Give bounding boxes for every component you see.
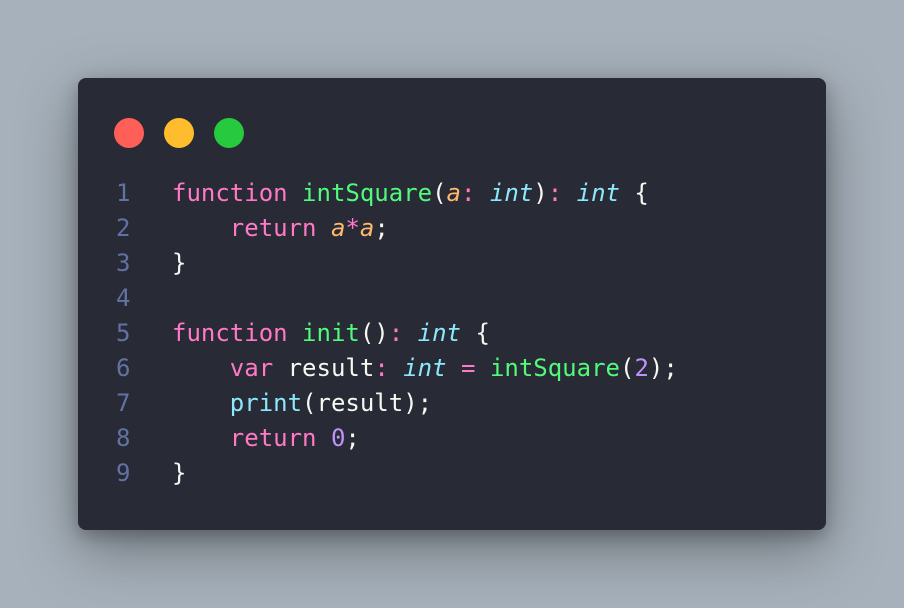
code-token: int <box>576 179 620 207</box>
line-content: print(result); <box>172 386 432 421</box>
code-line: 8 return 0; <box>116 421 678 456</box>
code-token: ; <box>345 424 360 452</box>
code-token: int <box>403 354 447 382</box>
line-number: 5 <box>116 319 131 347</box>
code-token: : <box>547 179 563 207</box>
code-token: ; <box>374 214 389 242</box>
line-content: function intSquare(a: int): int { <box>172 176 649 211</box>
line-content: } <box>172 246 186 281</box>
code-token: a <box>359 214 375 242</box>
line-number: 6 <box>116 354 131 382</box>
code-token: ( <box>432 179 447 207</box>
code-token: intSquare <box>302 179 433 207</box>
line-number: 9 <box>116 459 131 487</box>
code-line: 1 function intSquare(a: int): int { <box>116 176 678 211</box>
window-controls <box>114 118 244 148</box>
code-token: ) <box>533 179 548 207</box>
code-token: { <box>619 179 649 207</box>
code-token: 0 <box>330 424 346 452</box>
code-token: (result); <box>302 389 433 417</box>
line-number: 2 <box>116 214 131 242</box>
code-token: : <box>461 179 476 207</box>
line-number: 1 <box>116 179 131 207</box>
line-content: return 0; <box>172 421 360 456</box>
close-button[interactable] <box>114 118 144 148</box>
code-token: 2 <box>634 354 649 382</box>
code-token: ( <box>619 354 635 382</box>
code-token: var <box>229 354 274 382</box>
minimize-button[interactable] <box>164 118 194 148</box>
line-number: 7 <box>116 389 131 417</box>
code-token: int <box>489 179 534 207</box>
code-token: } <box>172 459 187 487</box>
code-line: 5 function init(): int { <box>116 316 678 351</box>
code-window: 1 function intSquare(a: int): int {2 retu… <box>78 78 826 530</box>
line-content: } <box>172 456 186 491</box>
line-content: function init(): int { <box>172 316 490 351</box>
code-token: * <box>345 214 360 242</box>
code-token: { <box>461 319 490 347</box>
line-content: return a*a; <box>172 211 389 246</box>
code-token: int <box>417 319 462 347</box>
code-line: 4 <box>116 281 678 316</box>
code-token: function <box>172 179 288 207</box>
maximize-button[interactable] <box>214 118 244 148</box>
code-line: 9} <box>116 456 678 491</box>
code-line: 3} <box>116 246 678 281</box>
code-token: function <box>172 319 288 347</box>
line-number: 8 <box>116 424 131 452</box>
code-token: } <box>172 249 187 277</box>
code-token: result <box>273 354 375 382</box>
code-line: 7 print(result); <box>116 386 678 421</box>
code-token: print <box>229 389 303 417</box>
code-line: 6 var result: int = intSquare(2); <box>116 351 678 386</box>
line-number: 3 <box>116 249 131 277</box>
code-token: init <box>302 319 360 347</box>
line-content: var result: int = intSquare(2); <box>172 351 678 386</box>
code-line: 2 return a*a; <box>116 211 678 246</box>
code-token: () <box>359 319 389 347</box>
code-token: a <box>446 179 461 207</box>
code-token: return <box>229 214 317 242</box>
code-token: ); <box>648 354 678 382</box>
code-token: : <box>388 319 404 347</box>
code-editor: 1 function intSquare(a: int): int {2 retu… <box>116 176 678 491</box>
code-token: a <box>330 214 346 242</box>
code-token: : <box>374 354 389 382</box>
code-token: return <box>229 424 317 452</box>
code-token: = <box>461 354 476 382</box>
code-token: intSquare <box>489 354 620 382</box>
line-number: 4 <box>116 284 131 312</box>
